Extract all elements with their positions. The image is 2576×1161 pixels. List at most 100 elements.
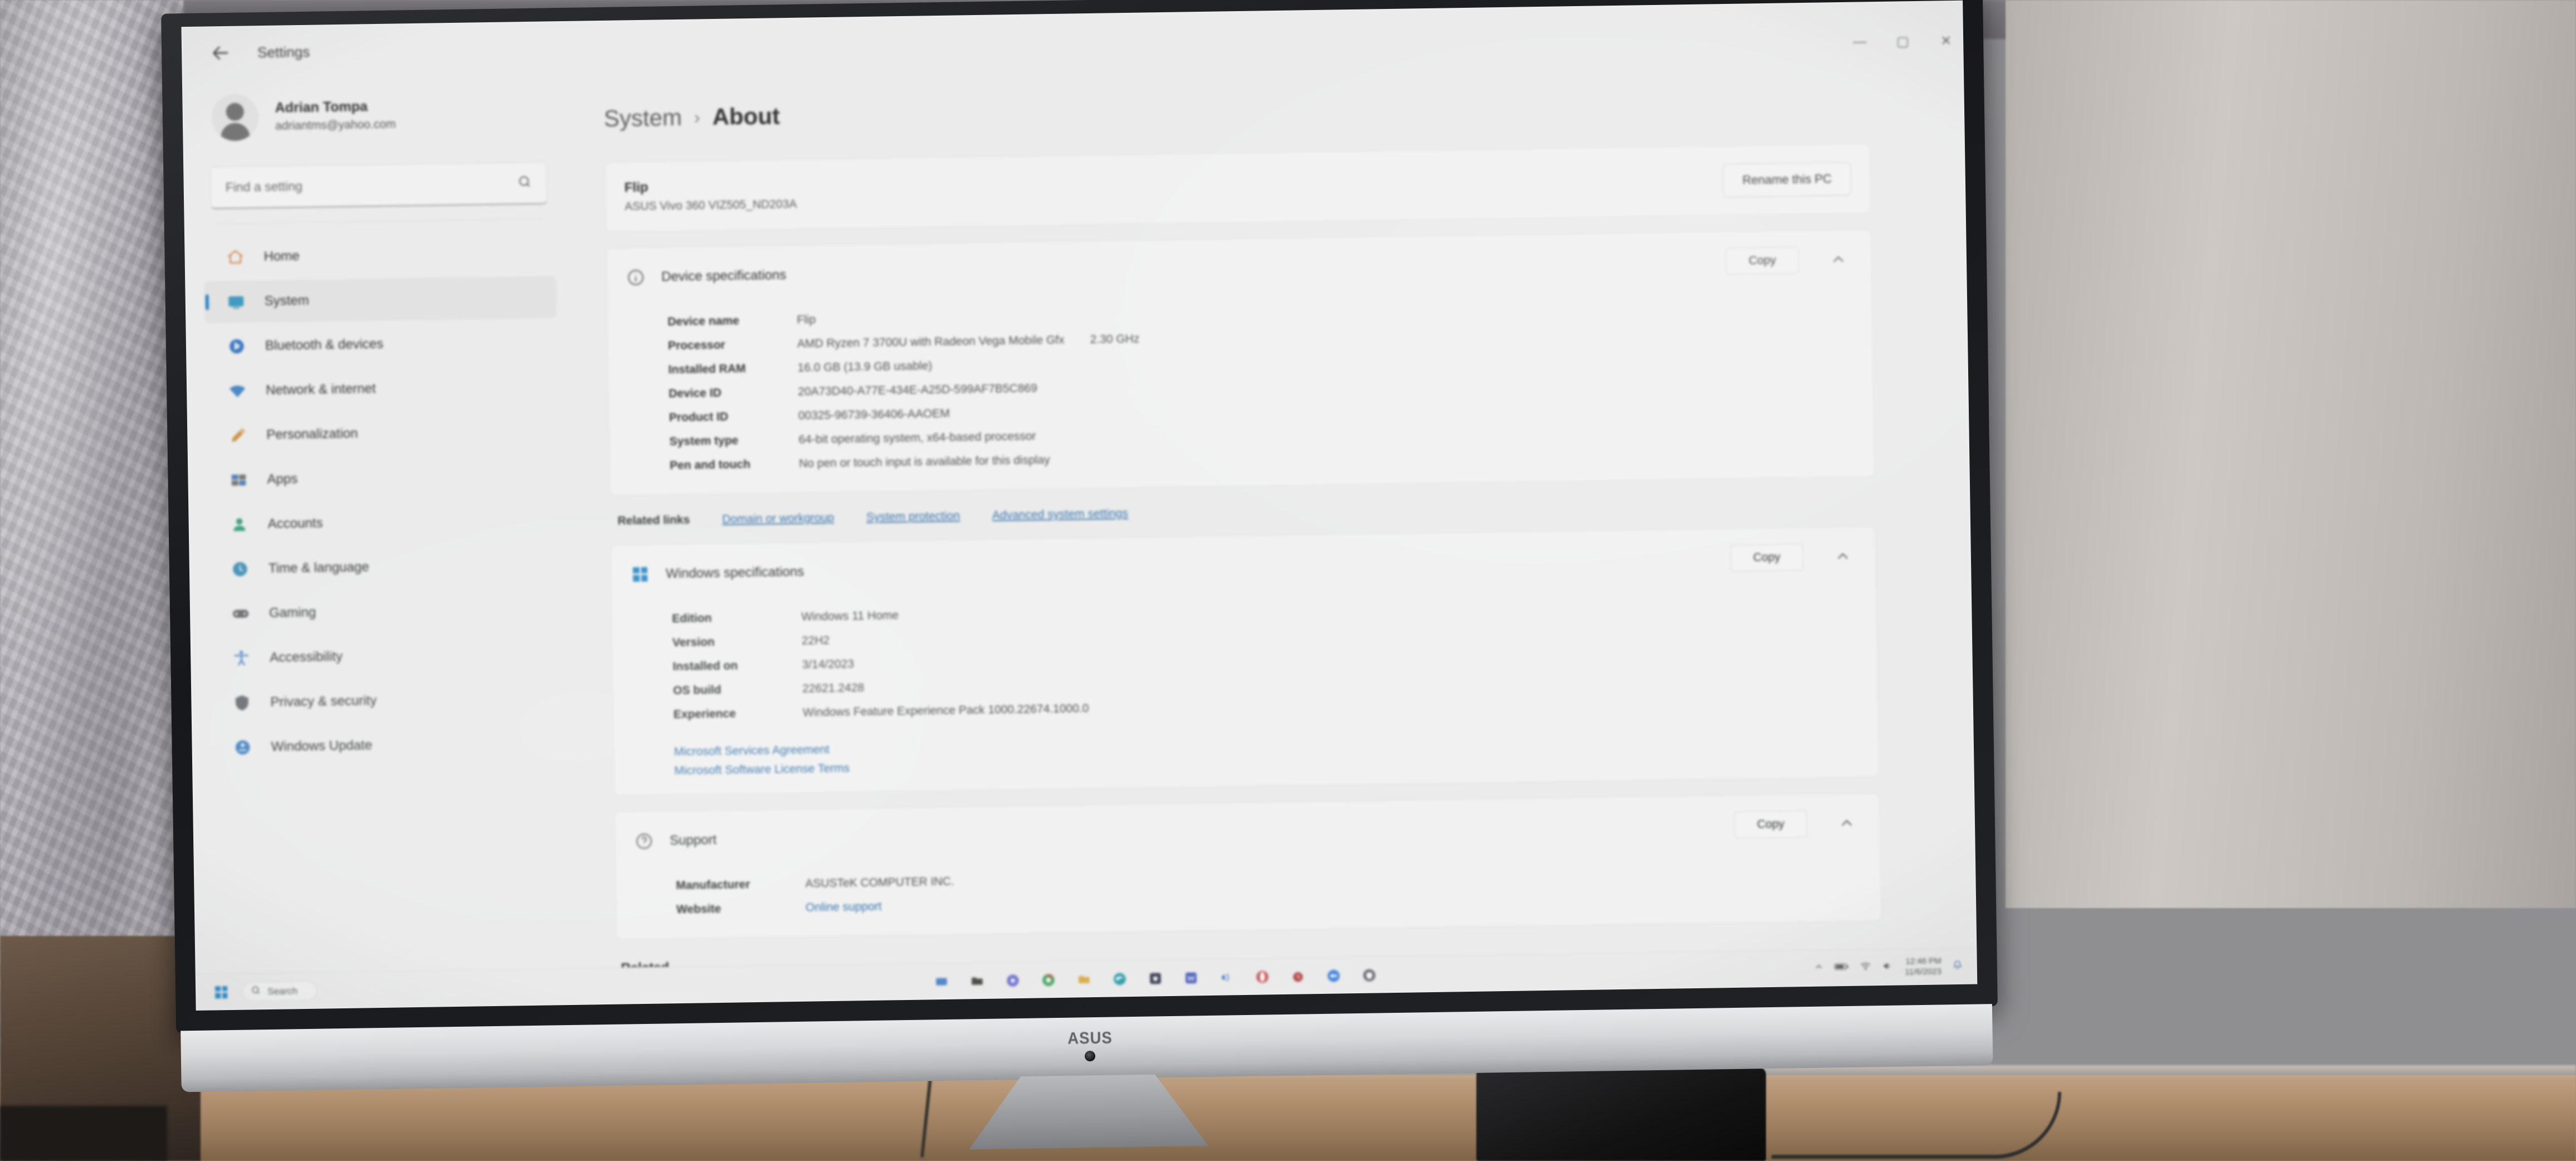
yellow-folder-icon[interactable]	[1073, 968, 1096, 991]
opera-icon[interactable]	[1251, 965, 1274, 988]
floor-dark-area	[0, 1106, 167, 1161]
copy-device-specs-button[interactable]: Copy	[1725, 246, 1799, 275]
search-input[interactable]: Find a setting	[210, 162, 548, 209]
monitor-bezel: Settings — ▢ ✕ Adrian Tompa adriantms@ya…	[161, 0, 1998, 1033]
zoom-icon[interactable]	[1323, 964, 1345, 987]
sidebar-item-bluetooth-devices[interactable]: Bluetooth & devices	[204, 320, 557, 368]
sidebar-item-windows-update[interactable]: Windows Update	[211, 721, 563, 769]
windows-update-icon	[231, 735, 255, 759]
spec-key: Product ID	[669, 410, 729, 424]
network-icon	[226, 379, 250, 403]
store-icon[interactable]	[1144, 967, 1167, 990]
account-name: Adrian Tompa	[275, 99, 368, 116]
chevron-up-icon[interactable]	[1832, 808, 1862, 838]
edge-icon[interactable]	[1109, 968, 1131, 991]
volume-icon[interactable]	[1882, 962, 1894, 973]
copy-support-button[interactable]: Copy	[1734, 810, 1808, 838]
link-advanced-system-settings[interactable]: Advanced system settings	[992, 507, 1128, 523]
taskview-icon[interactable]	[930, 970, 953, 993]
link-domain-or-workgroup[interactable]: Domain or workgroup	[722, 511, 834, 526]
word-icon[interactable]	[1180, 967, 1203, 989]
asus-monitor: Settings — ▢ ✕ Adrian Tompa adriantms@ya…	[161, 0, 2016, 1105]
windows-specifications-title: Windows specifications	[665, 564, 804, 581]
sidebar-item-label: Personalization	[266, 426, 358, 442]
breadcrumb: System › About	[604, 86, 1870, 132]
sidebar-item-accounts[interactable]: Accounts	[207, 499, 560, 546]
clock-time: 12:46 PM	[1905, 956, 1941, 967]
spec-key: Installed on	[672, 658, 738, 673]
spec-value: AMD Ryzen 7 3700U with Radeon Vega Mobil…	[797, 333, 1065, 350]
spec-value: Windows 11 Home	[801, 608, 899, 623]
related-links-label: Related links	[617, 513, 690, 528]
copy-windows-specs-button[interactable]: Copy	[1730, 543, 1804, 572]
sidebar-item-label: Apps	[267, 471, 298, 487]
settings-content: System › About Flip ASUS Vivo 360 VIZ505…	[572, 53, 1977, 968]
security-icon[interactable]	[1358, 964, 1381, 987]
sidebar-item-home[interactable]: Home	[203, 231, 556, 279]
pc-name: Flip	[624, 179, 648, 196]
chrome-icon[interactable]	[1037, 968, 1060, 991]
search-icon	[517, 174, 531, 192]
accounts-icon	[227, 513, 251, 536]
device-specifications-title: Device specifications	[661, 267, 787, 284]
sidebar-item-network-internet[interactable]: Network & internet	[206, 365, 558, 412]
sidebar-divider	[215, 218, 543, 225]
close-button[interactable]: ✕	[1940, 33, 1952, 49]
search-icon	[251, 985, 261, 998]
alarm-icon[interactable]	[1287, 965, 1310, 988]
wifi-icon[interactable]	[1860, 962, 1871, 973]
sidebar-item-system[interactable]: System	[204, 276, 557, 324]
chevron-up-icon[interactable]	[1814, 963, 1823, 974]
home-icon	[223, 245, 247, 269]
maximize-button[interactable]: ▢	[1896, 33, 1909, 50]
gaming-icon	[229, 602, 253, 626]
windows-specifications-card: Windows specifications Copy Edition Windo…	[610, 525, 1880, 796]
notification-icon[interactable]	[1953, 960, 1963, 973]
link-system-protection[interactable]: System protection	[866, 509, 960, 524]
settings-icon[interactable]	[1002, 969, 1024, 992]
sidebar-item-gaming[interactable]: Gaming	[209, 588, 562, 635]
sidebar-item-apps[interactable]: Apps	[207, 454, 559, 501]
account-email: adriantms@yahoo.com	[275, 118, 396, 133]
file-explorer-icon[interactable]	[966, 969, 989, 992]
spec-key: Processor	[667, 338, 725, 352]
chevron-up-icon[interactable]	[1823, 244, 1854, 275]
chevron-up-icon[interactable]	[1827, 541, 1858, 572]
breadcrumb-separator-icon: ›	[694, 106, 700, 128]
spec-value: 22H2	[801, 633, 830, 647]
breadcrumb-parent[interactable]: System	[604, 104, 682, 132]
spec-key: Device name	[667, 314, 739, 328]
spec-value: Flip	[797, 313, 816, 326]
spec-value: 64-bit operating system, x64-based proce…	[798, 429, 1036, 446]
minimize-button[interactable]: —	[1853, 34, 1866, 50]
taskbar-search-box[interactable]: Search	[242, 980, 318, 1002]
sidebar-item-privacy-security[interactable]: Privacy & security	[210, 677, 563, 724]
sidebar-item-personalization[interactable]: Personalization	[206, 409, 559, 457]
spec-key: System type	[669, 433, 739, 448]
system-icon	[224, 290, 248, 314]
battery-icon[interactable]	[1835, 962, 1849, 974]
windows-start-icon[interactable]	[210, 980, 233, 1003]
spec-key: Version	[672, 635, 715, 649]
windows-logo-icon	[629, 563, 652, 586]
account-block[interactable]: Adrian Tompa adriantms@yahoo.com	[201, 75, 554, 167]
link-online-support[interactable]: Online support	[806, 900, 882, 914]
sidebar-item-accessibility[interactable]: Accessibility	[209, 632, 562, 680]
sidebar-item-time-language[interactable]: Time & language	[208, 543, 560, 591]
spec-key: Edition	[672, 611, 712, 625]
taskbar-search-placeholder: Search	[267, 985, 298, 997]
asus-brand-logo: ASUS	[1067, 1028, 1113, 1048]
sidebar-item-label: Gaming	[269, 604, 316, 621]
accessibility-icon	[230, 646, 253, 670]
settings-sidebar: Adrian Tompa adriantms@yahoo.com Find a …	[182, 74, 586, 974]
sidebar-navlist: Home System Bluetooth & devices Network …	[203, 231, 563, 769]
vlc-icon[interactable]	[1216, 966, 1238, 989]
taskbar-clock[interactable]: 12:46 PM 11/6/2023	[1905, 957, 1941, 978]
settings-window: Settings — ▢ ✕ Adrian Tompa adriantms@ya…	[181, 0, 1977, 974]
spec-key: Installed RAM	[668, 362, 746, 376]
sidebar-item-label: Network & internet	[265, 381, 376, 398]
spec-value: 00325-96739-36406-AAOEM	[798, 407, 950, 422]
back-arrow-icon[interactable]	[208, 41, 233, 66]
windows-desktop: Settings — ▢ ✕ Adrian Tompa adriantms@ya…	[181, 0, 1978, 1011]
rename-pc-button[interactable]: Rename this PC	[1723, 162, 1852, 197]
